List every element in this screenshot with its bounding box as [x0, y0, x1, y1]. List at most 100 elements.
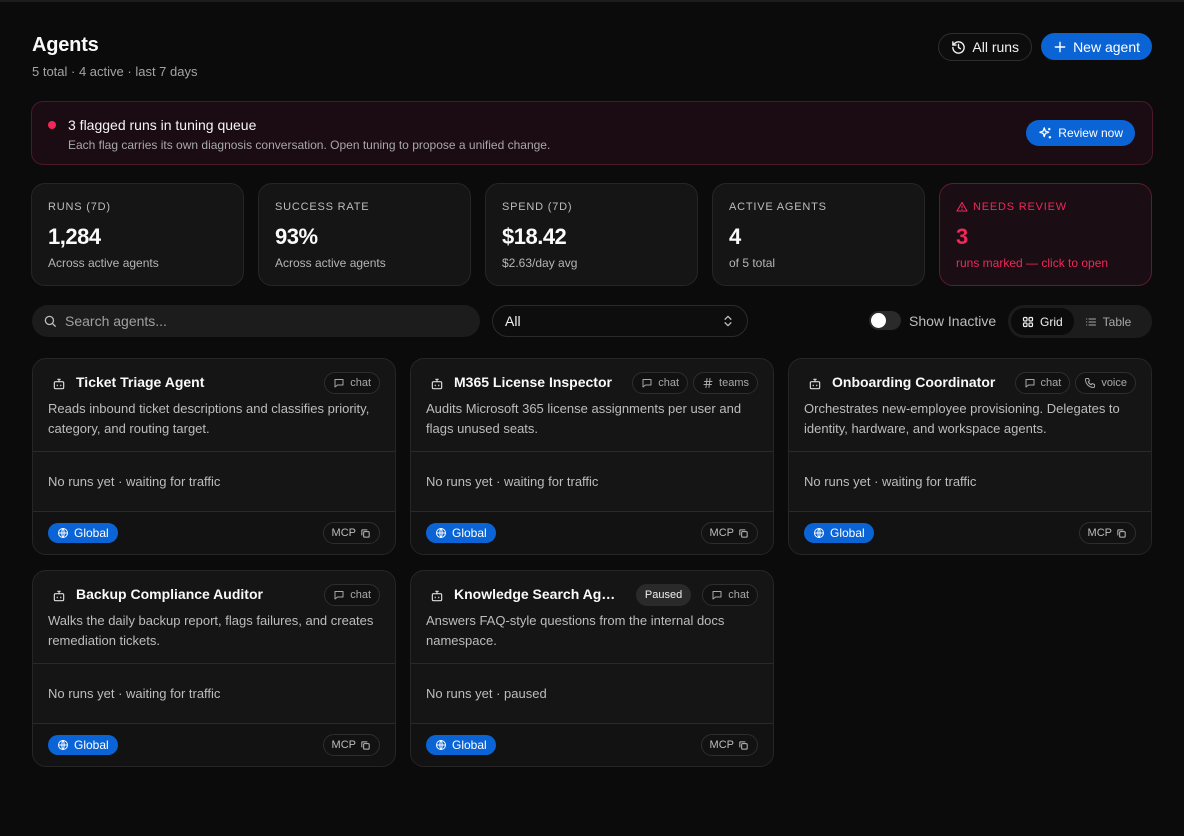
- globe-icon: [435, 739, 447, 751]
- grid-view-button[interactable]: Grid: [1011, 308, 1074, 335]
- card-status-section: No runs yet · paused: [411, 663, 773, 724]
- card-status: No runs yet · waiting for traffic: [48, 686, 221, 701]
- alert-title: 3 flagged runs in tuning queue: [68, 117, 257, 133]
- new-agent-button[interactable]: New agent: [1041, 33, 1152, 60]
- mcp-label: MCP: [709, 527, 734, 539]
- all-runs-label: All runs: [972, 39, 1020, 55]
- toggle-switch[interactable]: [869, 311, 901, 330]
- card-footer: Global MCP: [411, 512, 773, 554]
- agent-card[interactable]: Onboarding Coordinator chat voice Orches…: [788, 358, 1152, 555]
- chip-label: chat: [350, 589, 371, 601]
- globe-icon: [813, 527, 825, 539]
- chip-label: voice: [1101, 377, 1127, 389]
- mcp-label: MCP: [1087, 527, 1112, 539]
- search-icon: [32, 314, 57, 328]
- show-inactive-toggle[interactable]: Show Inactive: [869, 311, 996, 330]
- paused-label: Paused: [644, 589, 683, 601]
- agent-card[interactable]: M365 License Inspector chat teams Audits…: [410, 358, 774, 555]
- filter-value: All: [505, 313, 521, 329]
- card-status: No runs yet · waiting for traffic: [426, 474, 599, 489]
- review-now-button[interactable]: Review now: [1026, 120, 1135, 146]
- channel-chips: chat voice: [1014, 372, 1136, 394]
- table-view-button[interactable]: Table: [1074, 308, 1143, 335]
- table-view-label: Table: [1102, 314, 1132, 329]
- stat-label: SPEND (7D): [502, 201, 573, 213]
- chevron-up-down-icon: [721, 314, 735, 328]
- globe-icon: [57, 739, 69, 751]
- chat-icon: [711, 589, 723, 601]
- channel-chips: Paused chat: [635, 584, 758, 606]
- warning-icon: [956, 201, 968, 213]
- scope-badge: Global: [426, 523, 496, 543]
- stat-sub: runs marked — click to open: [956, 256, 1109, 270]
- hash-icon: [702, 377, 714, 389]
- search-input[interactable]: [65, 313, 465, 329]
- stat-value: $18.42: [502, 224, 567, 249]
- globe-icon: [435, 527, 447, 539]
- copy-icon: [738, 528, 749, 539]
- mcp-copy-button[interactable]: MCP: [322, 734, 380, 756]
- stat-label: SUCCESS RATE: [275, 201, 370, 213]
- filter-select[interactable]: All: [492, 305, 748, 337]
- agent-card[interactable]: Knowledge Search Ag… Paused chat Answers…: [410, 570, 774, 767]
- stat-sub: Across active agents: [275, 256, 386, 270]
- new-agent-label: New agent: [1073, 38, 1140, 55]
- stat-label-row: NEEDS REVIEW: [956, 201, 1067, 213]
- chip-label: chat: [728, 589, 749, 601]
- mcp-copy-button[interactable]: MCP: [1078, 522, 1136, 544]
- agent-card[interactable]: Backup Compliance Auditor chat Walks the…: [32, 570, 396, 767]
- scope-badge: Global: [804, 523, 874, 543]
- alert-description: Each flag carries its own diagnosis conv…: [68, 138, 551, 152]
- alert-dot-icon: [48, 121, 56, 129]
- scope-label: Global: [74, 526, 109, 540]
- stat-sub: of 5 total: [729, 256, 776, 270]
- tuning-queue-alert: 3 flagged runs in tuning queue Each flag…: [31, 101, 1153, 165]
- mcp-label: MCP: [331, 739, 356, 751]
- mcp-copy-button[interactable]: MCP: [700, 522, 758, 544]
- stat-needs-review[interactable]: NEEDS REVIEW 3 runs marked — click to op…: [939, 183, 1152, 286]
- scope-label: Global: [74, 738, 109, 752]
- copy-icon: [738, 740, 749, 751]
- show-inactive-label: Show Inactive: [909, 312, 997, 329]
- card-description: Answers FAQ-style questions from the int…: [426, 613, 725, 648]
- card-status: No runs yet · waiting for traffic: [804, 474, 977, 489]
- card-title: Backup Compliance Auditor: [76, 586, 263, 602]
- mcp-copy-button[interactable]: MCP: [322, 522, 380, 544]
- bot-icon: [52, 589, 66, 606]
- mcp-copy-button[interactable]: MCP: [700, 734, 758, 756]
- toggle-knob: [871, 313, 886, 328]
- channel-chip-chat: chat: [324, 584, 380, 606]
- top-border: [0, 0, 1184, 2]
- stat-runs: RUNS (7D) 1,284 Across active agents: [31, 183, 244, 286]
- chip-label: chat: [1040, 377, 1062, 389]
- phone-icon: [1084, 377, 1096, 389]
- mcp-label: MCP: [331, 527, 356, 539]
- scope-label: Global: [452, 526, 487, 540]
- card-status: No runs yet · waiting for traffic: [48, 474, 221, 489]
- card-footer: Global MCP: [789, 512, 1151, 554]
- agent-card[interactable]: Ticket Triage Agent chat Reads inbound t…: [32, 358, 396, 555]
- card-description: Audits Microsoft 365 license assignments…: [426, 401, 742, 436]
- stat-value: 4: [729, 224, 741, 249]
- view-switch: Grid Table: [1008, 305, 1152, 338]
- chat-icon: [333, 377, 345, 389]
- stat-value: 93%: [275, 224, 318, 249]
- card-footer: Global MCP: [411, 724, 773, 766]
- card-footer: Global MCP: [33, 724, 395, 766]
- card-header: M365 License Inspector chat teams Audits…: [411, 359, 773, 451]
- channel-chip-chat: chat: [324, 372, 380, 394]
- page-header: Agents 5 total · 4 active · last 7 days …: [32, 33, 1152, 84]
- chip-label: chat: [350, 377, 371, 389]
- search-bar: [32, 305, 480, 337]
- channel-chip-chat: chat: [632, 372, 689, 394]
- card-footer: Global MCP: [33, 512, 395, 554]
- card-header: Backup Compliance Auditor chat Walks the…: [33, 571, 395, 663]
- copy-icon: [360, 740, 371, 751]
- stat-sub: $2.63/day avg: [502, 256, 578, 270]
- list-icon: [1085, 316, 1097, 328]
- chip-label: teams: [719, 377, 749, 389]
- chip-label: chat: [658, 377, 680, 389]
- all-runs-button[interactable]: All runs: [938, 33, 1033, 61]
- stat-spend: SPEND (7D) $18.42 $2.63/day avg: [485, 183, 698, 286]
- stat-sub: Across active agents: [48, 256, 159, 270]
